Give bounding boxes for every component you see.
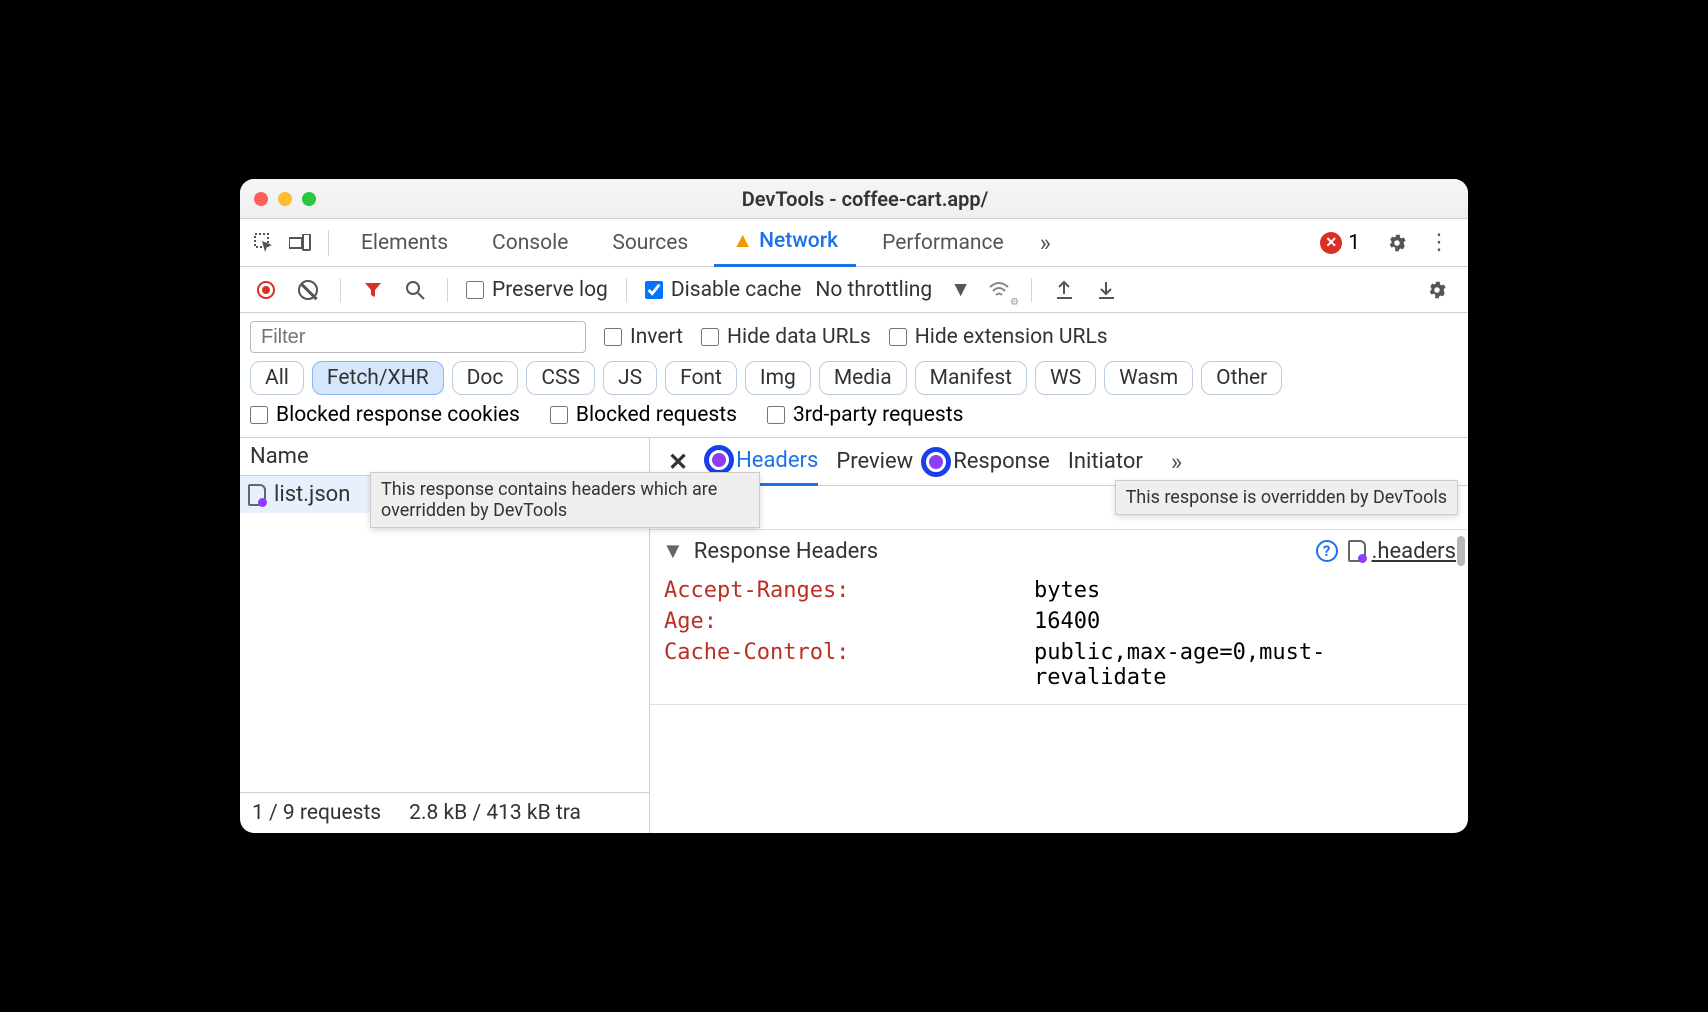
gear-sub-icon: ⚙ xyxy=(1010,297,1019,308)
name-column-header[interactable]: Name xyxy=(240,438,649,476)
override-dot-icon xyxy=(712,453,726,467)
tab-sources[interactable]: Sources xyxy=(594,219,706,267)
filter-row: Invert Hide data URLs Hide extension URL… xyxy=(240,313,1468,357)
highlight-ring-icon xyxy=(704,445,734,475)
type-js[interactable]: JS xyxy=(603,361,657,395)
status-bar: 1 / 9 requests 2.8 kB / 413 kB tra xyxy=(240,792,649,833)
section-header[interactable]: ▼ Response Headers ? .headers xyxy=(650,530,1468,572)
type-doc[interactable]: Doc xyxy=(452,361,519,395)
tab-performance[interactable]: Performance xyxy=(864,219,1021,267)
blocked-response-cookies-checkbox[interactable]: Blocked response cookies xyxy=(250,403,520,427)
warning-icon: ▲ xyxy=(732,229,753,253)
type-font[interactable]: Font xyxy=(665,361,737,395)
invert-checkbox[interactable]: Invert xyxy=(604,325,683,349)
detail-pane: ✕ Headers Preview Response Initiator » ▼ xyxy=(650,438,1468,833)
chevron-down-icon: ▼ xyxy=(950,278,971,302)
header-key: Cache-Control: xyxy=(664,640,1014,690)
close-window-button[interactable] xyxy=(254,192,268,206)
tooltip-headers-override: This response contains headers which are… xyxy=(370,472,760,528)
hide-extension-urls-checkbox[interactable]: Hide extension URLs xyxy=(889,325,1108,349)
type-css[interactable]: CSS xyxy=(526,361,595,395)
header-key: Accept-Ranges: xyxy=(664,578,1014,603)
throttling-select[interactable]: No throttling ▼ xyxy=(815,278,971,302)
more-tabs-icon[interactable]: » xyxy=(1030,229,1061,257)
detail-tab-response[interactable]: Response xyxy=(931,438,1050,486)
search-icon[interactable] xyxy=(401,276,429,304)
type-all[interactable]: All xyxy=(250,361,304,395)
error-count[interactable]: ✕ 1 xyxy=(1320,231,1360,255)
type-ws[interactable]: WS xyxy=(1035,361,1096,395)
header-key: Age: xyxy=(664,609,1014,634)
help-icon[interactable]: ? xyxy=(1316,540,1338,562)
record-button[interactable] xyxy=(252,276,280,304)
tab-console[interactable]: Console xyxy=(474,219,586,267)
override-dot-icon xyxy=(929,455,943,469)
transfer-size: 2.8 kB / 413 kB tra xyxy=(409,801,581,825)
response-headers-grid: Accept-Ranges: bytes Age: 16400 Cache-Co… xyxy=(650,572,1468,704)
inspect-element-icon[interactable] xyxy=(250,229,278,257)
error-icon: ✕ xyxy=(1320,232,1342,254)
detail-tabs: ✕ Headers Preview Response Initiator » xyxy=(650,438,1468,486)
network-toolbar: Preserve log Disable cache No throttling… xyxy=(240,267,1468,313)
type-img[interactable]: Img xyxy=(745,361,811,395)
more-detail-tabs-icon[interactable]: » xyxy=(1161,448,1192,476)
type-manifest[interactable]: Manifest xyxy=(915,361,1027,395)
type-fetch-xhr[interactable]: Fetch/XHR xyxy=(312,361,444,395)
request-filename: list.json xyxy=(274,482,350,507)
titlebar: DevTools - coffee-cart.app/ xyxy=(240,179,1468,219)
tab-network[interactable]: ▲Network xyxy=(714,219,856,267)
response-headers-section: ▼ Response Headers ? .headers Accept-Ran… xyxy=(650,530,1468,705)
detail-tab-initiator[interactable]: Initiator xyxy=(1068,438,1143,486)
device-toolbar-icon[interactable] xyxy=(286,229,314,257)
file-override-icon xyxy=(248,484,266,506)
type-wasm[interactable]: Wasm xyxy=(1104,361,1193,395)
upload-har-icon[interactable] xyxy=(1050,276,1078,304)
type-filter-row: All Fetch/XHR Doc CSS JS Font Img Media … xyxy=(240,357,1468,403)
settings-icon[interactable] xyxy=(1378,232,1416,254)
third-party-requests-checkbox[interactable]: 3rd-party requests xyxy=(767,403,963,427)
detail-body: ▼ Response Headers ? .headers Accept-Ran… xyxy=(650,486,1468,833)
detail-tab-preview[interactable]: Preview xyxy=(836,438,913,486)
network-conditions-icon[interactable]: ⚙ xyxy=(985,276,1013,304)
header-value: 16400 xyxy=(1034,609,1454,634)
section-title: Response Headers xyxy=(694,539,878,564)
headers-override-link[interactable]: .headers xyxy=(1348,539,1456,564)
download-har-icon[interactable] xyxy=(1092,276,1120,304)
disable-cache-checkbox[interactable]: Disable cache xyxy=(645,278,802,302)
content-area: Name list.json 1 / 9 requests 2.8 kB / 4… xyxy=(240,438,1468,833)
highlight-ring-icon xyxy=(921,447,951,477)
clear-button[interactable] xyxy=(294,276,322,304)
block-filter-row: Blocked response cookies Blocked request… xyxy=(240,403,1468,438)
header-value: public,max-age=0,must-revalidate xyxy=(1034,640,1454,690)
network-settings-icon[interactable] xyxy=(1418,279,1456,301)
header-value: bytes xyxy=(1034,578,1454,603)
kebab-menu-icon[interactable]: ⋮ xyxy=(1424,230,1458,255)
preserve-log-checkbox[interactable]: Preserve log xyxy=(466,278,608,302)
type-media[interactable]: Media xyxy=(819,361,907,395)
filter-toggle-icon[interactable] xyxy=(359,276,387,304)
hide-data-urls-checkbox[interactable]: Hide data URLs xyxy=(701,325,871,349)
type-other[interactable]: Other xyxy=(1201,361,1282,395)
devtools-window: DevTools - coffee-cart.app/ Elements Con… xyxy=(240,179,1468,833)
file-override-icon xyxy=(1348,540,1366,562)
blocked-requests-checkbox[interactable]: Blocked requests xyxy=(550,403,737,427)
triangle-down-icon: ▼ xyxy=(662,538,684,564)
scrollbar-thumb[interactable] xyxy=(1457,536,1465,566)
window-title: DevTools - coffee-cart.app/ xyxy=(276,187,1454,211)
filter-input[interactable] xyxy=(250,321,586,353)
tab-elements[interactable]: Elements xyxy=(343,219,466,267)
tooltip-response-override: This response is overridden by DevTools xyxy=(1115,480,1458,515)
panel-tabs: Elements Console Sources ▲Network Perfor… xyxy=(240,219,1468,267)
request-count: 1 / 9 requests xyxy=(252,801,381,825)
